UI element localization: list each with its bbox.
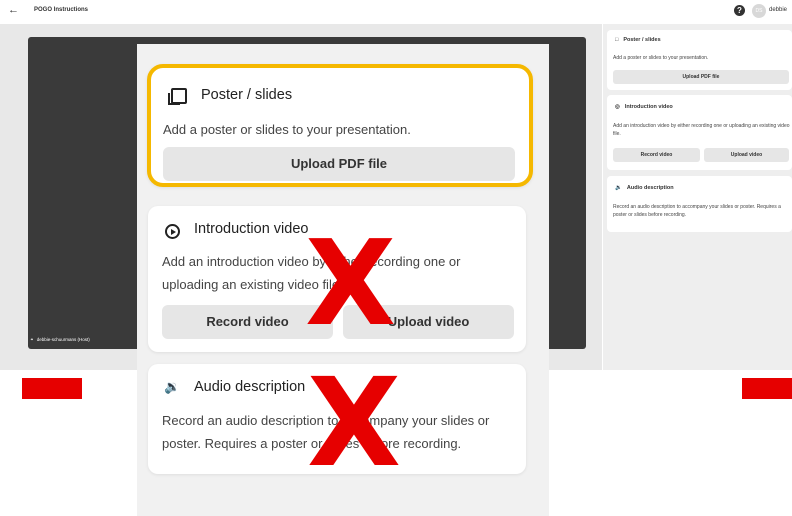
arrow-left-icon[interactable]: ← bbox=[8, 4, 19, 16]
sidepanel-poster-title-text: Poster / slides bbox=[623, 37, 661, 43]
sidepanel-audio-title: 🔉 Audio description bbox=[615, 185, 674, 191]
sidepanel-intro-card: ◎ Introduction video Add an introduction … bbox=[607, 95, 792, 170]
slides-icon bbox=[168, 88, 187, 105]
overlay-intro-title: Introduction video bbox=[194, 221, 309, 237]
sidepanel-intro-description: Add an introduction video by either reco… bbox=[613, 123, 790, 137]
sidepanel-audio-title-text: Audio description bbox=[626, 185, 674, 191]
sidepanel-poster-description: Add a poster or slides to your presentat… bbox=[613, 55, 709, 61]
red-x-mark-intro: X bbox=[305, 214, 396, 352]
sidepanel-audio-card: 🔉 Audio description Record an audio descr… bbox=[607, 176, 792, 232]
sidepanel-audio-description: Record an audio description to accompany… bbox=[613, 204, 781, 218]
red-marker-left bbox=[22, 378, 82, 399]
overlay-poster-description: Add a poster or slides to your presentat… bbox=[163, 122, 411, 137]
avatar[interactable]: DS bbox=[752, 4, 766, 18]
help-icon[interactable]: ? bbox=[734, 5, 745, 16]
microphone-icon: ⚭ bbox=[30, 337, 34, 342]
speaker-icon: 🔉 bbox=[164, 379, 181, 394]
play-circle-icon bbox=[165, 224, 180, 239]
host-name: debbie-schuurmans (Host) bbox=[36, 337, 90, 342]
overlay-poster-card: Poster / slides Add a poster or slides t… bbox=[147, 64, 533, 187]
play-circle-icon: ◎ bbox=[615, 104, 620, 110]
slides-icon: □ bbox=[615, 37, 619, 43]
top-bar: ← POGO Instructions ? DS debbie bbox=[0, 0, 792, 24]
red-x-mark-audio: X bbox=[307, 352, 402, 494]
sidepanel-intro-title: ◎ Introduction video bbox=[615, 104, 673, 110]
overlay-poster-title: Poster / slides bbox=[201, 87, 293, 103]
sidepanel-upload-pdf-button[interactable]: Upload PDF file bbox=[613, 70, 789, 84]
host-label: ⚭ debbie-schuurmans (Host) bbox=[30, 337, 90, 343]
speaker-icon: 🔉 bbox=[615, 185, 622, 191]
sidepanel-record-video-button[interactable]: Record video bbox=[613, 148, 700, 162]
overlay-upload-pdf-button[interactable]: Upload PDF file bbox=[163, 147, 515, 181]
overlay-audio-title: Audio description bbox=[194, 379, 306, 395]
app-title: POGO Instructions bbox=[34, 7, 89, 13]
username[interactable]: debbie bbox=[769, 7, 787, 13]
sidepanel-poster-card: □ Poster / slides Add a poster or slides … bbox=[607, 30, 792, 90]
sidepanel-upload-video-button[interactable]: Upload video bbox=[704, 148, 789, 162]
sidepanel-intro-title-text: Introduction video bbox=[624, 104, 673, 110]
sidepanel-poster-title: □ Poster / slides bbox=[615, 37, 661, 43]
red-marker-right bbox=[742, 378, 792, 399]
zoomed-overlay: Poster / slides Add a poster or slides t… bbox=[137, 44, 549, 516]
